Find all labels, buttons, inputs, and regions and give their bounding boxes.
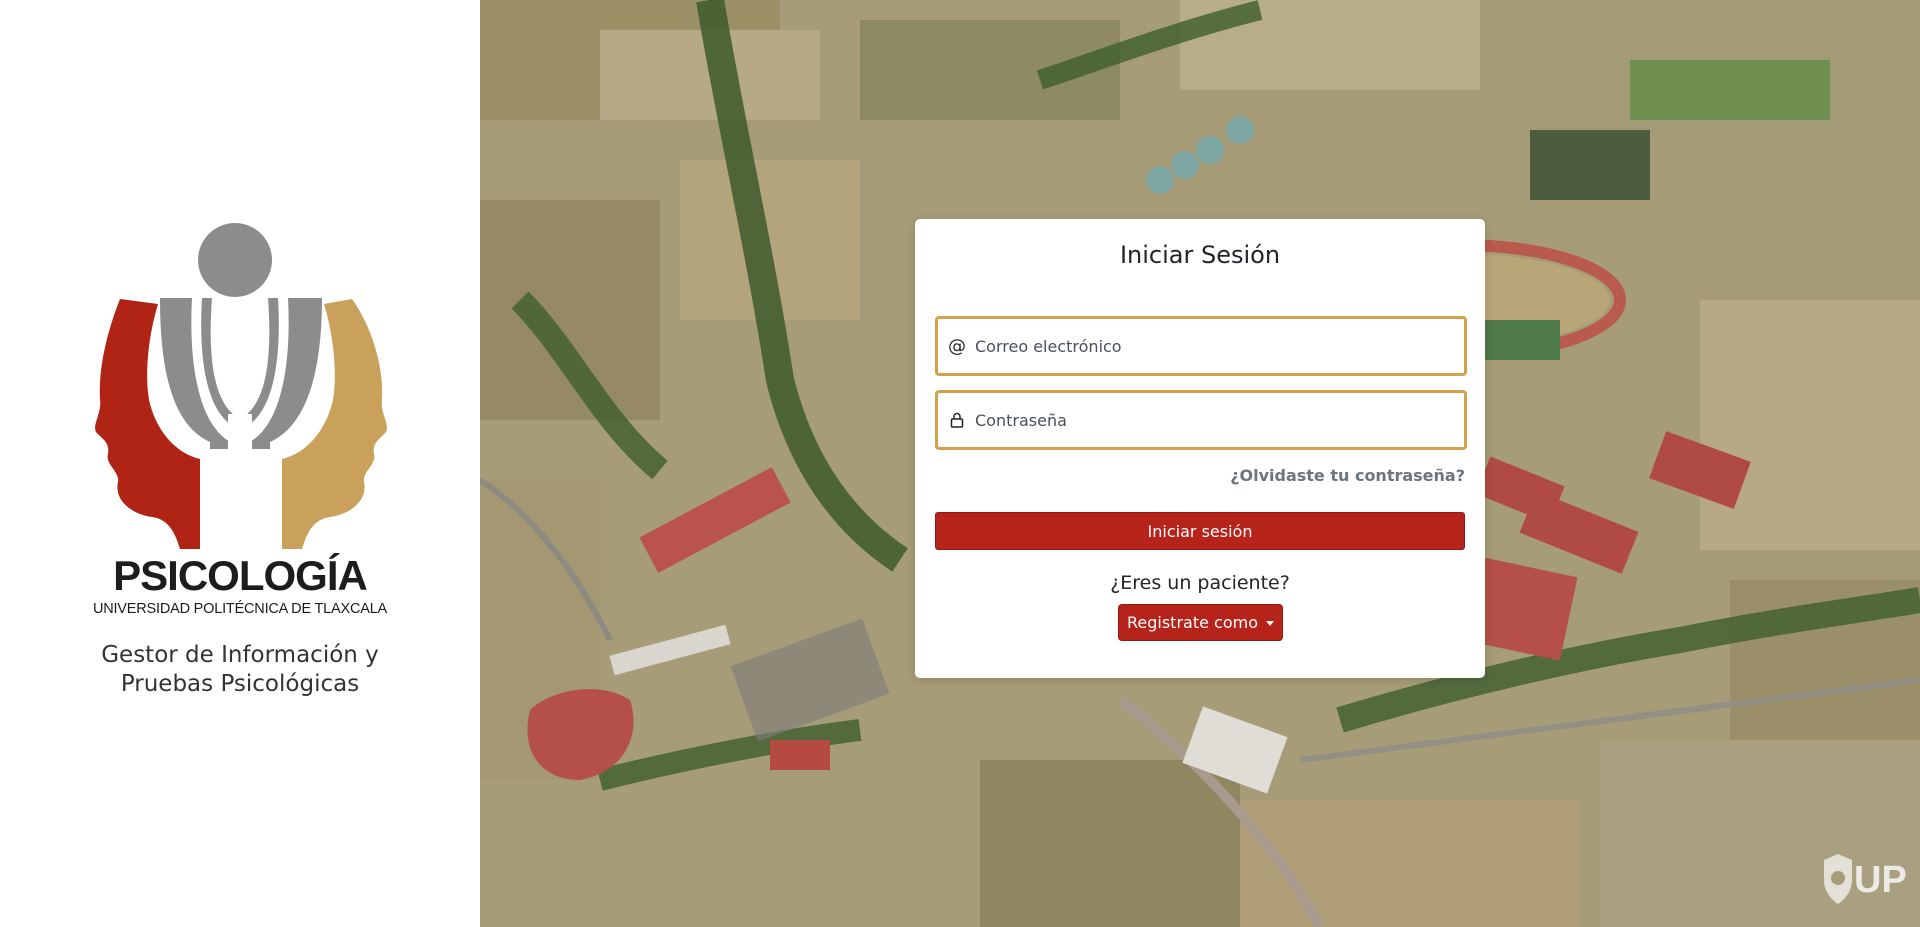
register-label: Registrate como [1127, 613, 1258, 632]
caret-down-icon [1266, 621, 1274, 626]
university-watermark: UP [1820, 852, 1920, 908]
logo-gray-head [198, 223, 272, 297]
watermark-text: UP [1854, 859, 1907, 901]
login-title: Iniciar Sesión [1119, 241, 1281, 269]
psychology-logo [95, 223, 387, 549]
patient-question: ¿Eres un paciente? [1110, 572, 1290, 594]
login-card: Iniciar Sesión @ ¿Olvidaste tu contraseñ… [915, 219, 1485, 678]
email-input[interactable] [975, 319, 1464, 373]
at-icon: @ [948, 335, 966, 357]
forgot-password-link[interactable]: ¿Olvidaste tu contraseña? [1230, 466, 1465, 485]
lock-icon [949, 410, 965, 430]
logo-psi-stem [228, 414, 252, 549]
brand-subtitle: UNIVERSIDAD POLITÉCNICA DE TLAXCALA [92, 601, 388, 617]
password-field-wrapper [935, 390, 1467, 450]
email-field-wrapper: @ [935, 316, 1467, 376]
login-button[interactable]: Iniciar sesión [935, 512, 1465, 550]
password-input[interactable] [975, 393, 1464, 447]
brand-panel: PSICOLOGÍA UNIVERSIDAD POLITÉCNICA DE TL… [0, 0, 480, 927]
app-name: Gestor de Información y Pruebas Psicológ… [101, 642, 379, 697]
brand-title: PSICOLOGÍA [113, 552, 368, 599]
register-dropdown-button[interactable]: Registrate como [1118, 604, 1283, 641]
